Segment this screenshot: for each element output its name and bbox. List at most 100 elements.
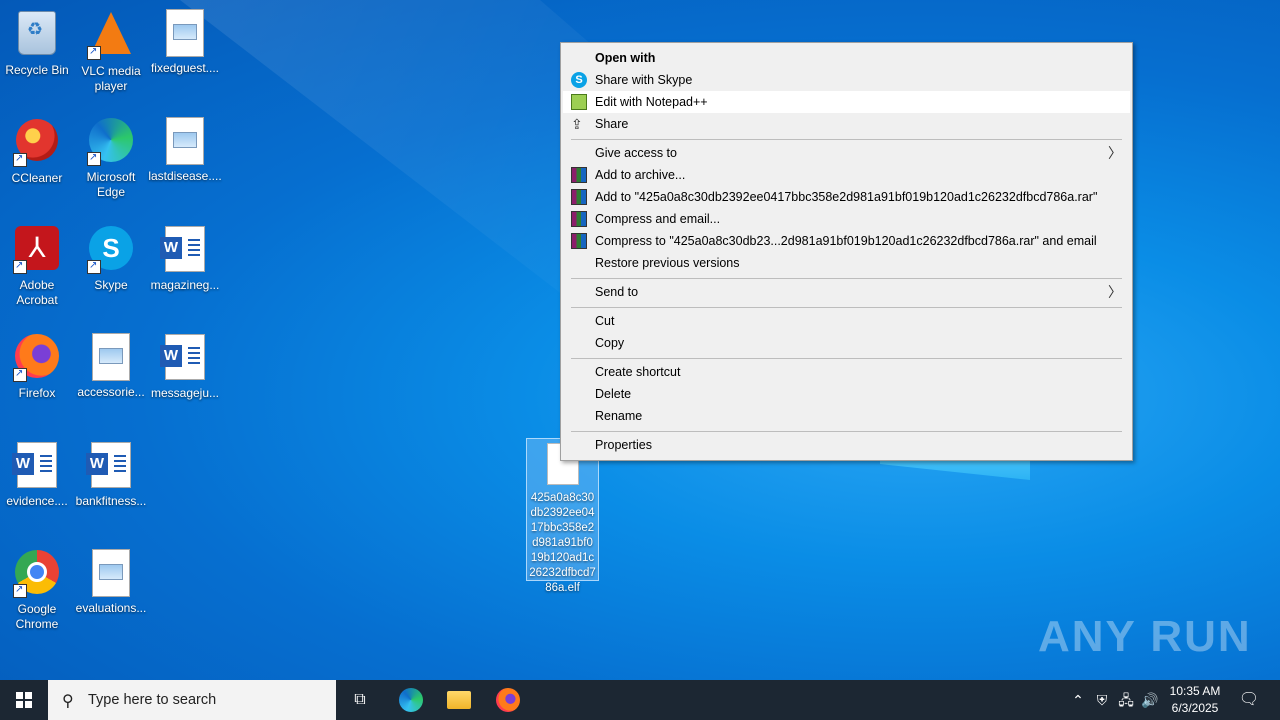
clock-date: 6/3/2025 — [1171, 701, 1219, 715]
menu-item-label: Add to "425a0a8c30db2392ee0417bbc358e2d9… — [595, 190, 1098, 204]
menu-item-label: Open with — [595, 51, 656, 65]
desktop-icon-label: evaluations... — [75, 601, 147, 615]
menu-item-label: Cut — [595, 314, 615, 328]
menu-item-label: Delete — [595, 387, 632, 401]
desktop-icon-fixedguest[interactable]: fixedguest.... — [148, 8, 222, 76]
word-document-icon: W — [12, 442, 57, 488]
menu-item-add-to-archive[interactable]: Add to archive... — [563, 164, 1130, 186]
menu-separator — [571, 139, 1122, 140]
winrar-icon — [571, 167, 587, 183]
menu-separator — [571, 431, 1122, 432]
desktop-icon-recycle-bin[interactable]: Recycle Bin — [0, 8, 74, 78]
firefox-icon — [496, 688, 520, 712]
menu-item-edit-with-notepadpp[interactable]: Edit with Notepad++ — [563, 91, 1130, 113]
desktop-icon-label: fixedguest.... — [150, 61, 220, 75]
desktop-icon-evaluations[interactable]: evaluations... — [74, 548, 148, 616]
context-menu: Open with S Share with Skype Edit with No… — [560, 42, 1133, 461]
menu-item-send-to[interactable]: Send to 〉 — [563, 281, 1130, 303]
desktop-icon-evidence[interactable]: W evidence.... — [0, 440, 74, 509]
menu-item-restore-previous-versions[interactable]: Restore previous versions — [563, 252, 1130, 274]
desktop-icon-label: Adobe Acrobat — [16, 278, 58, 307]
taskbar-firefox-button[interactable] — [484, 680, 532, 720]
desktop-icon-label: evidence.... — [6, 494, 68, 508]
image-file-icon — [166, 9, 204, 57]
show-hidden-icons-button[interactable]: ⌃ — [1068, 680, 1088, 720]
desktop-icon-acrobat[interactable]: ⅄ Adobe Acrobat — [0, 224, 74, 308]
desktop-icon-lastdisease[interactable]: lastdisease.... — [148, 116, 222, 184]
taskbar-file-explorer-button[interactable] — [435, 680, 483, 720]
taskbar-search-box[interactable]: ⚲ Type here to search — [48, 680, 336, 720]
menu-item-properties[interactable]: Properties — [563, 434, 1130, 456]
volume-icon[interactable]: 🔊 — [1140, 680, 1160, 720]
menu-item-copy[interactable]: Copy — [563, 332, 1130, 354]
menu-item-give-access-to[interactable]: Give access to 〉 — [563, 142, 1130, 164]
desktop-icon-label: accessorie... — [77, 385, 145, 399]
desktop-icon-label: 425a0a8c30db2392ee0417bbc358e2d981a91bf0… — [529, 492, 596, 594]
menu-item-create-shortcut[interactable]: Create shortcut — [563, 361, 1130, 383]
task-view-icon: ⧉ — [354, 691, 366, 708]
network-icon[interactable]: 🖧 — [1116, 680, 1136, 720]
chevron-up-icon: ⌃ — [1072, 692, 1084, 708]
shortcut-arrow-icon — [13, 258, 27, 274]
desktop-icon-label: VLC media player — [81, 64, 141, 93]
desktop-icon-label: bankfitness... — [75, 494, 147, 508]
word-document-icon: W — [160, 334, 205, 380]
desktop-icon-label: lastdisease.... — [148, 169, 222, 183]
menu-separator — [571, 358, 1122, 359]
recycle-bin-icon — [18, 11, 56, 55]
menu-item-compress-and-email[interactable]: Compress and email... — [563, 208, 1130, 230]
winrar-icon — [571, 189, 587, 205]
start-button[interactable] — [0, 680, 48, 720]
menu-item-label: Edit with Notepad++ — [595, 95, 708, 109]
tray-security-icon[interactable]: ⛨ — [1092, 680, 1112, 720]
taskbar-edge-button[interactable] — [387, 680, 435, 720]
menu-item-label: Rename — [595, 409, 643, 423]
menu-item-label: Give access to — [595, 146, 677, 160]
menu-item-label: Add to archive... — [595, 168, 686, 182]
desktop-icon-ccleaner[interactable]: CCleaner — [0, 116, 74, 186]
search-placeholder: Type here to search — [88, 692, 217, 708]
shortcut-arrow-icon — [87, 258, 101, 274]
desktop-icon-messageju[interactable]: W messageju... — [148, 332, 222, 401]
menu-item-open-with[interactable]: Open with — [563, 47, 1130, 69]
menu-item-label: Compress to "425a0a8c30db23...2d981a91bf… — [595, 234, 1097, 248]
notification-center-button[interactable]: 🗨 — [1234, 680, 1264, 720]
taskbar: ⚲ Type here to search ⧉ ⌃ ⛨ 🖧 🔊 10:35 AM… — [0, 680, 1280, 720]
menu-item-label: Create shortcut — [595, 365, 681, 379]
shortcut-arrow-icon — [13, 582, 27, 598]
desktop-icon-magazineg[interactable]: W magazineg... — [148, 224, 222, 293]
search-icon: ⚲ — [62, 693, 74, 710]
windows-logo-icon — [16, 692, 32, 708]
menu-item-label: Compress and email... — [595, 212, 721, 226]
menu-item-compress-to-rar-and-email[interactable]: Compress to "425a0a8c30db23...2d981a91bf… — [563, 230, 1130, 252]
shortcut-arrow-icon — [87, 44, 101, 60]
image-file-icon — [92, 333, 130, 381]
desktop-icon-label: magazineg... — [150, 278, 220, 292]
menu-item-share-with-skype[interactable]: S Share with Skype — [563, 69, 1130, 91]
desktop-icon-bankfitness[interactable]: W bankfitness... — [74, 440, 148, 509]
winrar-icon — [571, 233, 587, 249]
share-icon: ⇪ — [571, 116, 583, 132]
desktop-icon-accessorie[interactable]: accessorie... — [74, 332, 148, 400]
task-view-button[interactable]: ⧉ — [336, 680, 384, 720]
menu-item-label: Send to — [595, 285, 639, 299]
desktop-icon-firefox[interactable]: Firefox — [0, 332, 74, 401]
image-file-icon — [92, 549, 130, 597]
desktop-icon-label: Microsoft Edge — [86, 170, 136, 199]
desktop-icon-vlc[interactable]: VLC media player — [74, 8, 148, 94]
menu-item-add-to-rar[interactable]: Add to "425a0a8c30db2392ee0417bbc358e2d9… — [563, 186, 1130, 208]
menu-item-label: Share with Skype — [595, 73, 693, 87]
menu-item-delete[interactable]: Delete — [563, 383, 1130, 405]
word-document-icon: W — [86, 442, 131, 488]
menu-item-label: Share — [595, 117, 629, 131]
desktop-icon-skype[interactable]: S Skype — [74, 224, 148, 293]
notepadpp-icon — [571, 94, 587, 110]
menu-separator — [571, 307, 1122, 308]
desktop-icon-chrome[interactable]: Google Chrome — [0, 548, 74, 632]
menu-item-cut[interactable]: Cut — [563, 310, 1130, 332]
taskbar-clock[interactable]: 10:35 AM 6/3/2025 — [1160, 683, 1230, 717]
menu-item-rename[interactable]: Rename — [563, 405, 1130, 427]
desktop-icon-edge[interactable]: Microsoft Edge — [74, 116, 148, 200]
desktop-icon-label: Skype — [94, 278, 128, 292]
menu-item-share[interactable]: ⇪ Share — [563, 113, 1130, 135]
